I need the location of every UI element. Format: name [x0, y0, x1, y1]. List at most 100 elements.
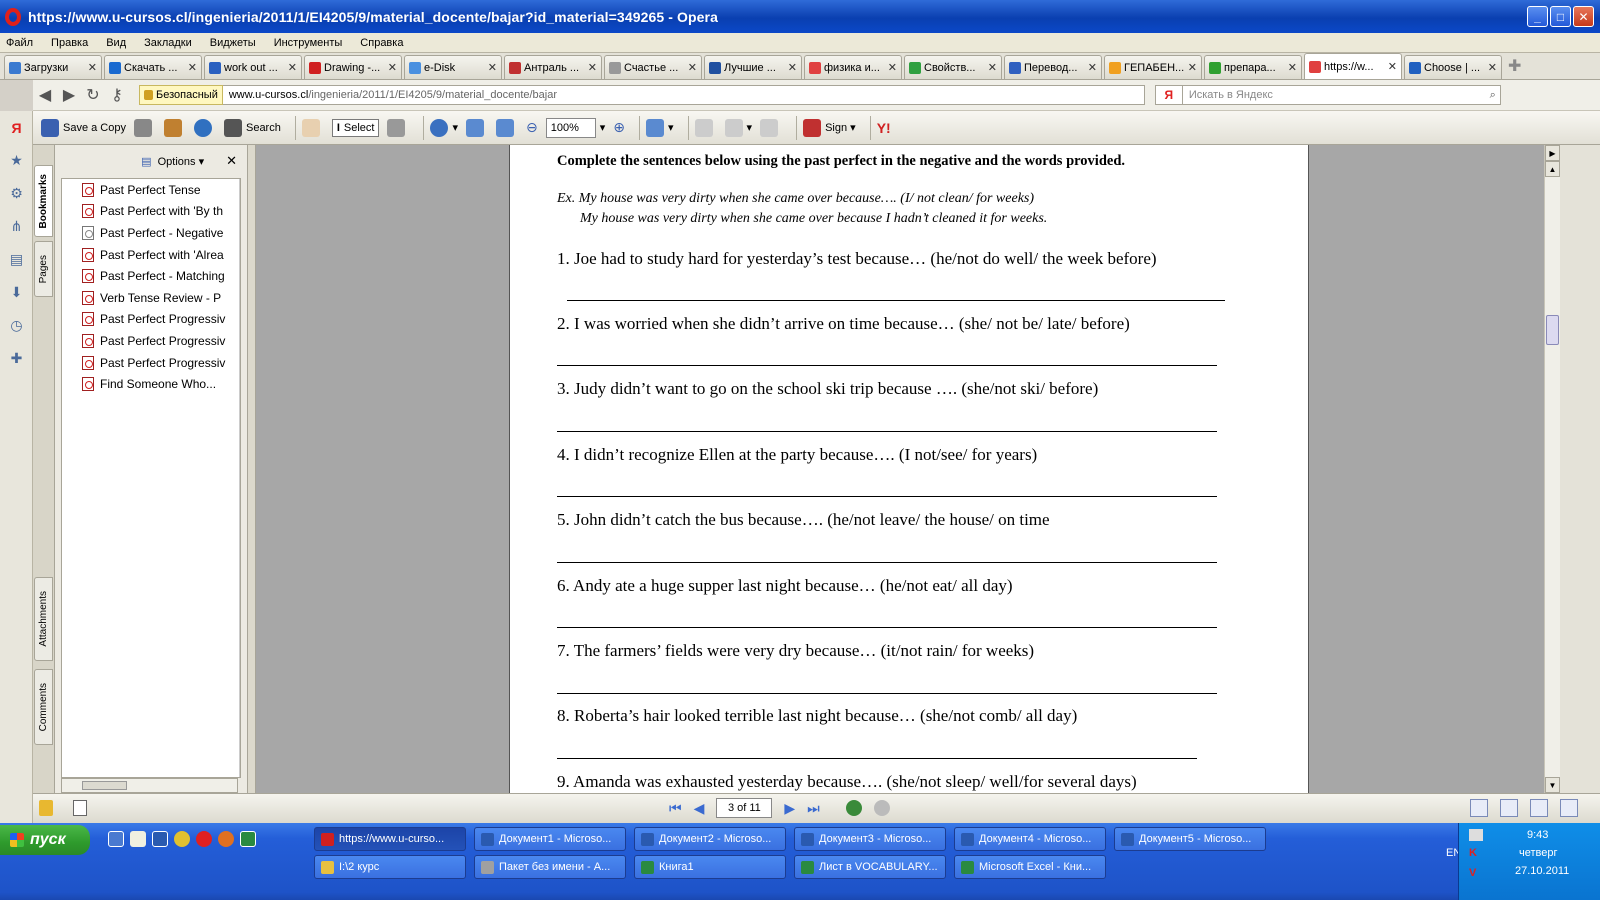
taskbar-button[interactable]: I:\2 курс: [314, 855, 466, 879]
browser-tab[interactable]: Drawing -... ✕: [304, 55, 402, 79]
tab-close-icon[interactable]: ✕: [1488, 61, 1497, 74]
show-desktop-icon[interactable]: [108, 831, 124, 847]
tab-close-icon[interactable]: ✕: [88, 61, 97, 74]
tab-close-icon[interactable]: ✕: [388, 61, 397, 74]
tab-close-icon[interactable]: ✕: [888, 61, 897, 74]
page-layout-button[interactable]: ▾: [646, 118, 674, 137]
bookmark-item[interactable]: Past Perfect Progressiv: [62, 309, 240, 331]
browser-tab[interactable]: Счастье ... ✕: [604, 55, 702, 79]
browser-tab[interactable]: Свойств... ✕: [904, 55, 1002, 79]
opera-icon[interactable]: [196, 831, 212, 847]
options-button[interactable]: ▤ Options ▾: [141, 155, 204, 168]
scroll-expand-icon[interactable]: ▶: [1545, 145, 1560, 161]
downloads-icon[interactable]: ⬇: [0, 276, 33, 309]
zoom-tool-button[interactable]: ▾: [430, 118, 458, 137]
browser-tab[interactable]: Choose | ... ✕: [1404, 55, 1502, 79]
browser-tab[interactable]: https://w... ✕: [1304, 53, 1402, 79]
taskbar-button[interactable]: Документ2 - Microso...: [634, 827, 786, 851]
add-panel-icon[interactable]: ✚: [0, 342, 33, 375]
menu-tools[interactable]: Инструменты: [274, 37, 343, 49]
start-button[interactable]: пуск: [0, 825, 90, 855]
bookmarks-scrollbar[interactable]: [239, 179, 240, 777]
tab-close-icon[interactable]: ✕: [988, 61, 997, 74]
taskbar-button[interactable]: Пакет без имени - А...: [474, 855, 626, 879]
close-button[interactable]: ✕: [1573, 6, 1594, 27]
menu-widgets[interactable]: Виджеты: [210, 37, 256, 49]
network-icon[interactable]: [1469, 829, 1483, 841]
tray-app-icon[interactable]: V: [1469, 867, 1476, 879]
share-icon[interactable]: ⋔: [0, 210, 33, 243]
bookmarks-horizontal-scrollbar[interactable]: [61, 778, 238, 793]
word-icon[interactable]: [152, 831, 168, 847]
document-scrollbar[interactable]: ▶ ▲ ▼: [1544, 145, 1560, 793]
hand-tool-button[interactable]: [301, 118, 324, 137]
bookmark-item[interactable]: Past Perfect with 'Alrea: [62, 244, 240, 266]
email-button[interactable]: [163, 118, 186, 137]
tab-bookmarks[interactable]: Bookmarks: [34, 165, 53, 237]
spellcheck-button[interactable]: [694, 118, 717, 137]
search-input[interactable]: Искать в Яндекс ⌕: [1182, 85, 1501, 105]
two-page-view-icon[interactable]: [1530, 799, 1548, 817]
bookmark-item[interactable]: Past Perfect with 'By th: [62, 201, 240, 223]
page-options-icon[interactable]: [73, 800, 87, 816]
snapshot-button[interactable]: [387, 118, 409, 137]
tab-close-icon[interactable]: ✕: [1188, 61, 1197, 74]
menu-file[interactable]: Файл: [6, 37, 33, 49]
browser-tab[interactable]: Перевод... ✕: [1004, 55, 1102, 79]
panel-splitter[interactable]: [248, 145, 256, 793]
menu-help[interactable]: Справка: [360, 37, 403, 49]
new-tab-icon[interactable]: ✚: [1508, 56, 1528, 76]
reload-icon[interactable]: ↻: [81, 85, 105, 105]
search-icon[interactable]: ⌕: [1490, 89, 1496, 102]
search-button[interactable]: Search: [223, 118, 281, 137]
browser-tab[interactable]: физика и... ✕: [804, 55, 902, 79]
zoom-level-field[interactable]: 100%: [545, 117, 596, 138]
browser-tab[interactable]: Лучшие ... ✕: [704, 55, 802, 79]
tab-attachments[interactable]: Attachments: [34, 577, 53, 661]
taskbar-button[interactable]: Документ1 - Microso...: [474, 827, 626, 851]
scroll-up-icon[interactable]: ▲: [1545, 161, 1560, 177]
previous-page-icon[interactable]: ◀: [694, 800, 705, 817]
notes-icon[interactable]: ▤: [0, 243, 33, 276]
tab-close-icon[interactable]: ✕: [1088, 61, 1097, 74]
bookmark-item[interactable]: Past Perfect - Matching: [62, 265, 240, 287]
scroll-down-icon[interactable]: ▼: [1545, 777, 1560, 793]
scroll-thumb[interactable]: [82, 781, 127, 790]
bookmark-item[interactable]: Past Perfect Progressiv: [62, 352, 240, 374]
maximize-button[interactable]: □: [1550, 6, 1571, 27]
taskbar-button[interactable]: https://www.u-curso...: [314, 827, 466, 851]
last-page-icon[interactable]: ⏭: [807, 800, 820, 817]
browser-tab[interactable]: Антраль ... ✕: [504, 55, 602, 79]
taskbar-button[interactable]: Книга1: [634, 855, 786, 879]
close-panel-icon[interactable]: ✕: [226, 153, 237, 169]
select-tool-button[interactable]: I Select: [331, 118, 380, 137]
browser-tab[interactable]: work out ... ✕: [204, 55, 302, 79]
save-copy-button[interactable]: Save a Copy: [41, 118, 126, 137]
taskbar-button[interactable]: Документ3 - Microso...: [794, 827, 946, 851]
scroll-thumb[interactable]: [1546, 315, 1559, 345]
excel-icon[interactable]: [240, 831, 256, 847]
fit-height-button[interactable]: [466, 118, 488, 137]
zoom-out-button[interactable]: ⊖: [526, 119, 538, 136]
tab-close-icon[interactable]: ✕: [1288, 61, 1297, 74]
url-field[interactable]: www.u-cursos.cl/ingenieria/2011/1/EI4205…: [222, 85, 1145, 105]
tab-close-icon[interactable]: ✕: [688, 61, 697, 74]
minimize-button[interactable]: _: [1527, 6, 1548, 27]
single-page-view-icon[interactable]: [1470, 799, 1488, 817]
taskbar-button[interactable]: Документ5 - Microso...: [1114, 827, 1266, 851]
taskbar-button[interactable]: Лист в VOCABULARY...: [794, 855, 946, 879]
widgets-gear-icon[interactable]: ⚙: [0, 177, 33, 210]
firefox-icon[interactable]: [218, 831, 234, 847]
menu-bookmarks[interactable]: Закладки: [144, 37, 192, 49]
two-continuous-view-icon[interactable]: [1560, 799, 1578, 817]
history-clock-icon[interactable]: ◷: [0, 309, 33, 342]
tab-comments[interactable]: Comments: [34, 669, 53, 745]
browser-tab[interactable]: Скачать ... ✕: [104, 55, 202, 79]
yahoo-icon[interactable]: Y!: [877, 120, 891, 136]
first-page-icon[interactable]: ⏮: [669, 800, 682, 817]
tab-close-icon[interactable]: ✕: [488, 61, 497, 74]
search-engine-selector[interactable]: Я: [1154, 85, 1183, 105]
bookmark-item[interactable]: Verb Tense Review - P: [62, 287, 240, 309]
yandex-icon[interactable]: Я: [0, 111, 33, 144]
copy-button[interactable]: [760, 118, 782, 137]
